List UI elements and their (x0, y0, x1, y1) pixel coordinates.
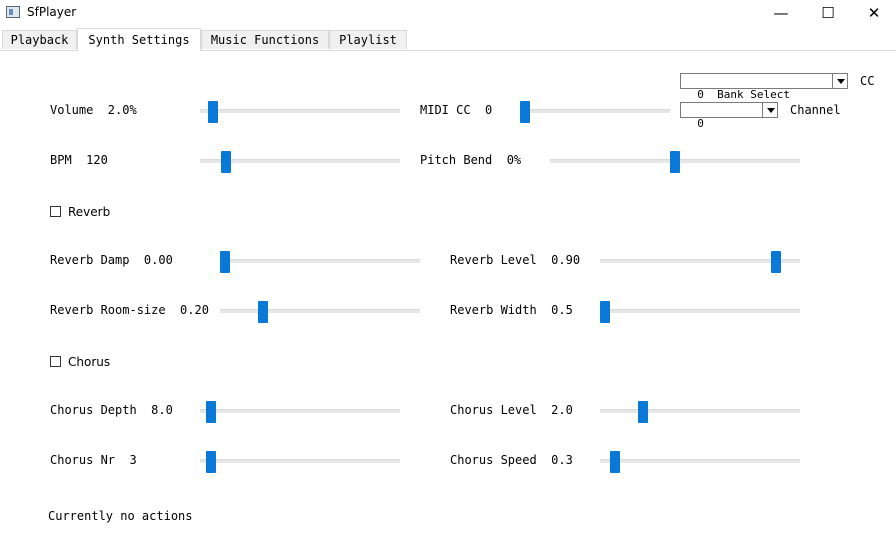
chorus-level-label: Chorus Level 2.0 (450, 403, 573, 417)
reverb-width-slider[interactable] (600, 301, 800, 323)
reverb-checkbox[interactable] (50, 206, 61, 217)
tab-playback[interactable]: Playback (2, 30, 77, 49)
tab-music-functions[interactable]: Music Functions (201, 30, 329, 49)
reverb-roomsize-slider[interactable] (220, 301, 420, 323)
status-text: Currently no actions (48, 509, 193, 523)
slider-track (600, 259, 800, 263)
window-title: SfPlayer (27, 5, 77, 19)
slider-thumb[interactable] (638, 401, 648, 423)
reverb-checkbox-label[interactable]: Reverb (68, 205, 110, 219)
reverb-roomsize-label: Reverb Room-size 0.20 (50, 303, 209, 317)
slider-track (200, 459, 400, 463)
chorus-checkbox[interactable] (50, 356, 61, 367)
maximize-button[interactable]: ☐ (805, 0, 851, 28)
slider-thumb[interactable] (220, 251, 230, 273)
pitch-bend-slider[interactable] (550, 151, 800, 173)
chevron-down-icon (832, 74, 847, 88)
chorus-nr-label: Chorus Nr 3 (50, 453, 137, 467)
reverb-damp-slider[interactable] (220, 251, 420, 273)
slider-track (600, 459, 800, 463)
cc-select-value: 0 Bank Select (697, 88, 790, 101)
channel-label: Channel (790, 103, 841, 117)
cc-select[interactable]: 0 Bank Select (680, 73, 848, 101)
bpm-label: BPM 120 (50, 153, 108, 167)
chorus-depth-slider[interactable] (200, 401, 400, 423)
reverb-level-label: Reverb Level 0.90 (450, 253, 581, 267)
cc-label: CC (860, 74, 875, 88)
reverb-width-label: Reverb Width 0.5 (450, 303, 573, 317)
volume-label: Volume 2.0% (50, 103, 137, 117)
chorus-nr-slider[interactable] (200, 451, 400, 473)
slider-thumb[interactable] (206, 401, 216, 423)
chorus-speed-slider[interactable] (600, 451, 800, 473)
minimize-button[interactable]: — (758, 0, 804, 28)
slider-track (220, 309, 420, 313)
app-icon (6, 6, 20, 18)
chorus-level-slider[interactable] (600, 401, 800, 423)
volume-slider[interactable] (200, 101, 400, 123)
tab-synth-settings[interactable]: Synth Settings (77, 28, 201, 51)
chorus-checkbox-label[interactable]: Chorus (68, 355, 110, 369)
slider-thumb[interactable] (208, 101, 218, 123)
reverb-damp-label: Reverb Damp 0.00 (50, 253, 173, 267)
pitch-bend-label: Pitch Bend 0% (420, 153, 522, 167)
reverb-level-slider[interactable] (600, 251, 800, 273)
slider-track (600, 309, 800, 313)
close-button[interactable]: ✕ (851, 0, 896, 28)
slider-thumb[interactable] (520, 101, 530, 123)
slider-thumb[interactable] (221, 151, 231, 173)
chevron-down-icon (762, 103, 777, 117)
slider-track (200, 109, 400, 113)
slider-track (200, 409, 400, 413)
midi-cc-slider[interactable] (520, 101, 670, 123)
channel-select[interactable]: 0 (680, 102, 778, 130)
chorus-speed-label: Chorus Speed 0.3 (450, 453, 573, 467)
channel-select-value: 0 (697, 117, 704, 130)
slider-track (220, 259, 420, 263)
midi-cc-label: MIDI CC 0 (420, 103, 493, 117)
slider-thumb[interactable] (600, 301, 610, 323)
chorus-depth-label: Chorus Depth 8.0 (50, 403, 173, 417)
tab-playlist[interactable]: Playlist (329, 30, 407, 49)
slider-track (600, 409, 800, 413)
slider-thumb[interactable] (206, 451, 216, 473)
bpm-slider[interactable] (200, 151, 400, 173)
slider-thumb[interactable] (258, 301, 268, 323)
slider-thumb[interactable] (610, 451, 620, 473)
slider-track (520, 109, 670, 113)
slider-thumb[interactable] (771, 251, 781, 273)
slider-thumb[interactable] (670, 151, 680, 173)
